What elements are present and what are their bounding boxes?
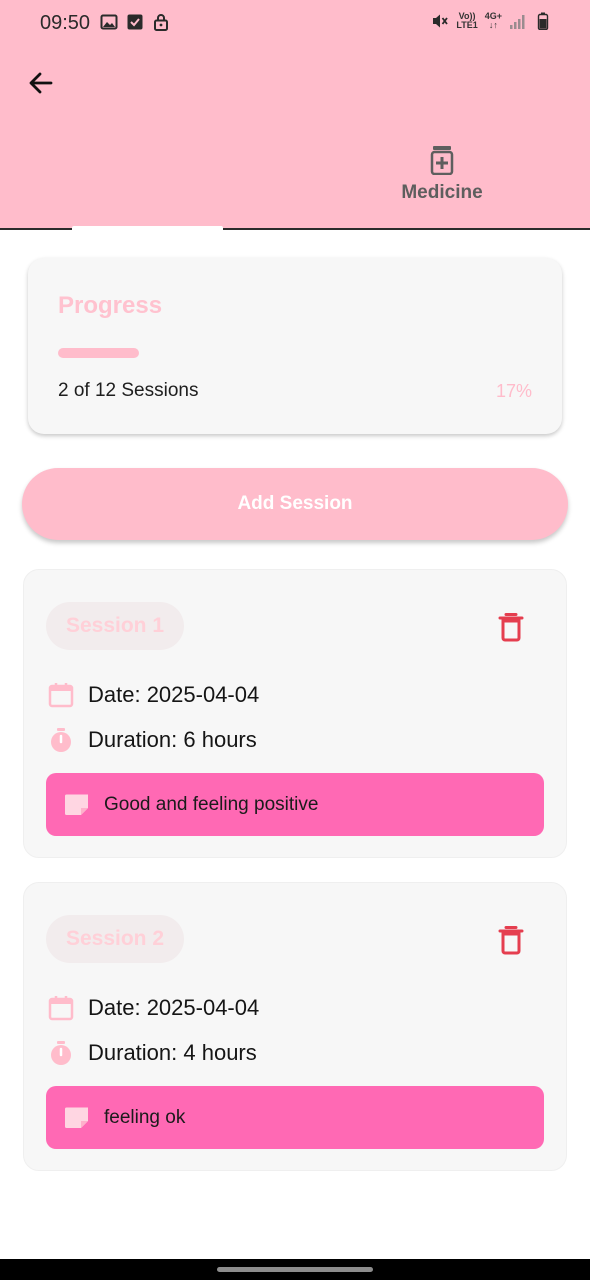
progress-title: Progress (58, 292, 163, 319)
home-indicator[interactable] (217, 1267, 373, 1272)
tab-medicine-label: Medicine (401, 182, 483, 203)
arrow-left-icon (29, 72, 53, 94)
4g-signal-icon: 4G+ ↓↑ (484, 11, 502, 30)
status-time: 09:50 (40, 12, 91, 34)
progress-bar-fill (58, 348, 139, 358)
delete-session-button[interactable] (494, 923, 528, 957)
trash-icon (498, 613, 524, 642)
session-note: feeling ok (46, 1086, 544, 1149)
note-icon (65, 794, 88, 815)
session-title-chip[interactable]: Session 1 (46, 602, 184, 650)
session-duration-row: Duration: 4 hours (48, 1039, 257, 1067)
stopwatch-icon (51, 728, 71, 752)
session-note-text: Good and feeling positive (104, 793, 319, 815)
lock-icon (154, 14, 168, 31)
checkbox-icon (127, 14, 143, 30)
calendar-icon (48, 683, 74, 708)
session-card: Session 2 Date: 2025-04-04 Duration: 4 h… (23, 882, 567, 1171)
battery-icon (537, 12, 549, 30)
add-session-button[interactable]: Add Session (22, 468, 568, 540)
progress-card: Progress 2 of 12 Sessions 17% (28, 258, 562, 434)
tab-medicine[interactable]: Medicine (368, 140, 516, 228)
app-header: 09:50 Vo)) LTE1 4G+ ↓↑ Medicine (0, 0, 590, 230)
session-note-text: feeling ok (104, 1106, 186, 1128)
session-note: Good and feeling positive (46, 773, 544, 836)
medicine-bottle-icon (430, 146, 454, 175)
progress-summary: 2 of 12 Sessions (58, 380, 199, 401)
status-bar: 09:50 Vo)) LTE1 4G+ ↓↑ (0, 0, 590, 46)
tab-selected-indicator (72, 226, 223, 231)
session-duration: Duration: 4 hours (88, 1040, 257, 1065)
session-date-row: Date: 2025-04-04 (48, 994, 259, 1022)
mute-icon (433, 14, 449, 28)
note-icon (65, 1107, 88, 1128)
signal-icon (510, 15, 525, 29)
session-card: Session 1 Date: 2025-04-04 Duration: 6 h… (23, 569, 567, 858)
session-date: Date: 2025-04-04 (88, 995, 260, 1020)
trash-icon (498, 926, 524, 955)
back-button[interactable] (24, 66, 58, 100)
progress-bar (58, 348, 532, 358)
volte-icon: Vo)) LTE1 (456, 11, 478, 30)
image-icon (100, 14, 118, 30)
session-date-row: Date: 2025-04-04 (48, 681, 259, 709)
session-date: Date: 2025-04-04 (88, 682, 260, 707)
progress-percent: 17% (495, 381, 532, 401)
session-duration-row: Duration: 6 hours (48, 726, 257, 754)
delete-session-button[interactable] (494, 610, 528, 644)
session-title-chip[interactable]: Session 2 (46, 915, 184, 963)
session-duration: Duration: 6 hours (88, 727, 257, 752)
stopwatch-icon (51, 1041, 71, 1065)
calendar-icon (48, 996, 74, 1021)
